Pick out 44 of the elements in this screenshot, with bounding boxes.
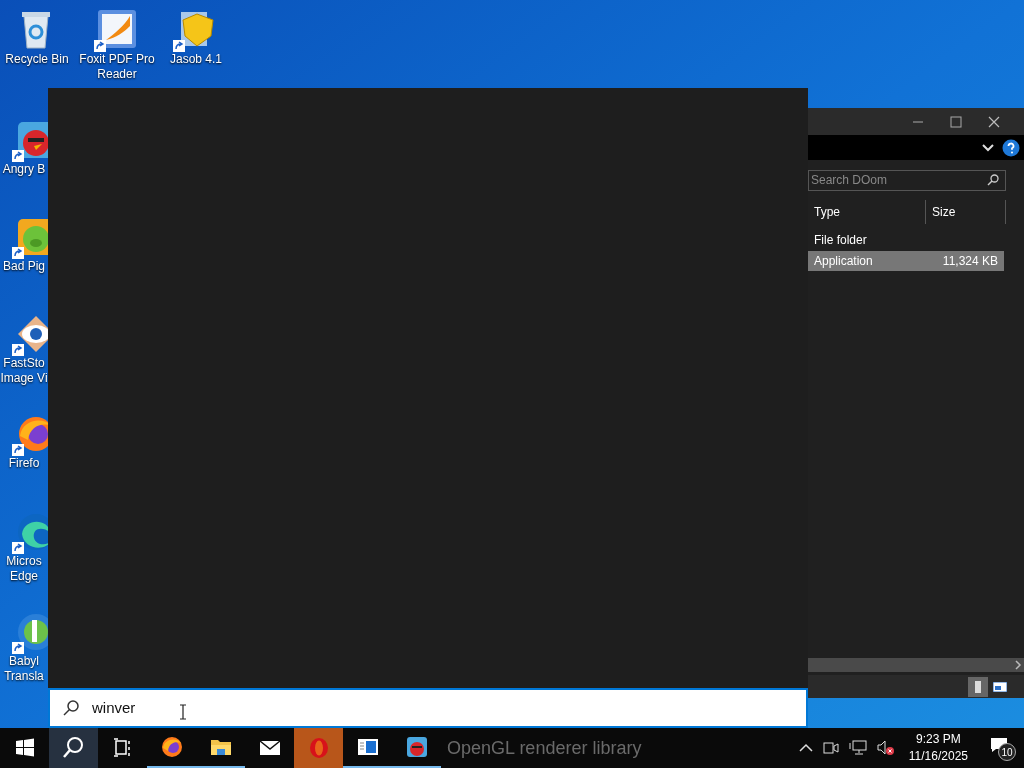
notification-button[interactable]: 10 bbox=[984, 733, 1018, 763]
icon-label: Reader bbox=[97, 67, 137, 82]
search-text: winver bbox=[92, 697, 136, 718]
chevron-up-icon[interactable] bbox=[798, 743, 813, 753]
chevron-down-icon[interactable] bbox=[982, 143, 994, 152]
maximize-icon[interactable] bbox=[950, 115, 962, 128]
bird-icon bbox=[404, 735, 429, 759]
icon-label: Micros bbox=[5, 554, 43, 569]
tiles-icon bbox=[993, 681, 1007, 692]
close-icon[interactable] bbox=[988, 115, 1000, 128]
help-icon[interactable] bbox=[1002, 138, 1020, 157]
search-icon bbox=[987, 174, 999, 186]
text-cursor-icon bbox=[179, 704, 188, 720]
icon-label: Transla bbox=[3, 669, 45, 684]
icon-label: Edge bbox=[9, 569, 39, 584]
icon-label: Jasob 4.1 bbox=[169, 52, 222, 67]
icon-label: FastSto bbox=[2, 356, 46, 371]
icon-label: Recycle Bin bbox=[5, 52, 69, 67]
search-icon bbox=[61, 736, 86, 760]
column-header[interactable]: Size bbox=[926, 200, 1006, 224]
clock-time[interactable]: 9:23 PM bbox=[916, 731, 961, 748]
icon-label: Angry B bbox=[1, 162, 47, 177]
details-view-button[interactable] bbox=[968, 676, 988, 697]
icon-label: Image Vi bbox=[0, 371, 48, 386]
search-field[interactable]: winver bbox=[48, 688, 808, 728]
ghost-text: OpenGL renderer library bbox=[447, 736, 642, 760]
speaker-muted-icon[interactable] bbox=[876, 740, 895, 756]
camera-icon[interactable] bbox=[822, 741, 839, 755]
details-icon bbox=[975, 680, 981, 693]
icon-label: Babyl bbox=[8, 654, 40, 669]
search-icon bbox=[62, 699, 80, 717]
swirl-icon bbox=[159, 735, 184, 759]
taskbar-button[interactable] bbox=[49, 728, 98, 768]
icon-label: Firefo bbox=[7, 456, 41, 471]
file-row[interactable]: Application 11,324 KB bbox=[808, 251, 1004, 271]
icon-label: Foxit PDF Pro bbox=[79, 52, 155, 67]
clock-date[interactable]: 11/16/2025 bbox=[908, 748, 968, 765]
horizontal-scrollbar[interactable] bbox=[808, 658, 1024, 672]
scroll-right-icon[interactable] bbox=[1014, 660, 1022, 670]
network-icon[interactable] bbox=[848, 740, 867, 756]
search-field[interactable]: Search DOom bbox=[808, 169, 1006, 191]
file-row[interactable]: File folder bbox=[808, 230, 1004, 250]
icon-label: Bad Pig bbox=[2, 259, 46, 274]
search-placeholder: Search DOom bbox=[811, 172, 888, 189]
